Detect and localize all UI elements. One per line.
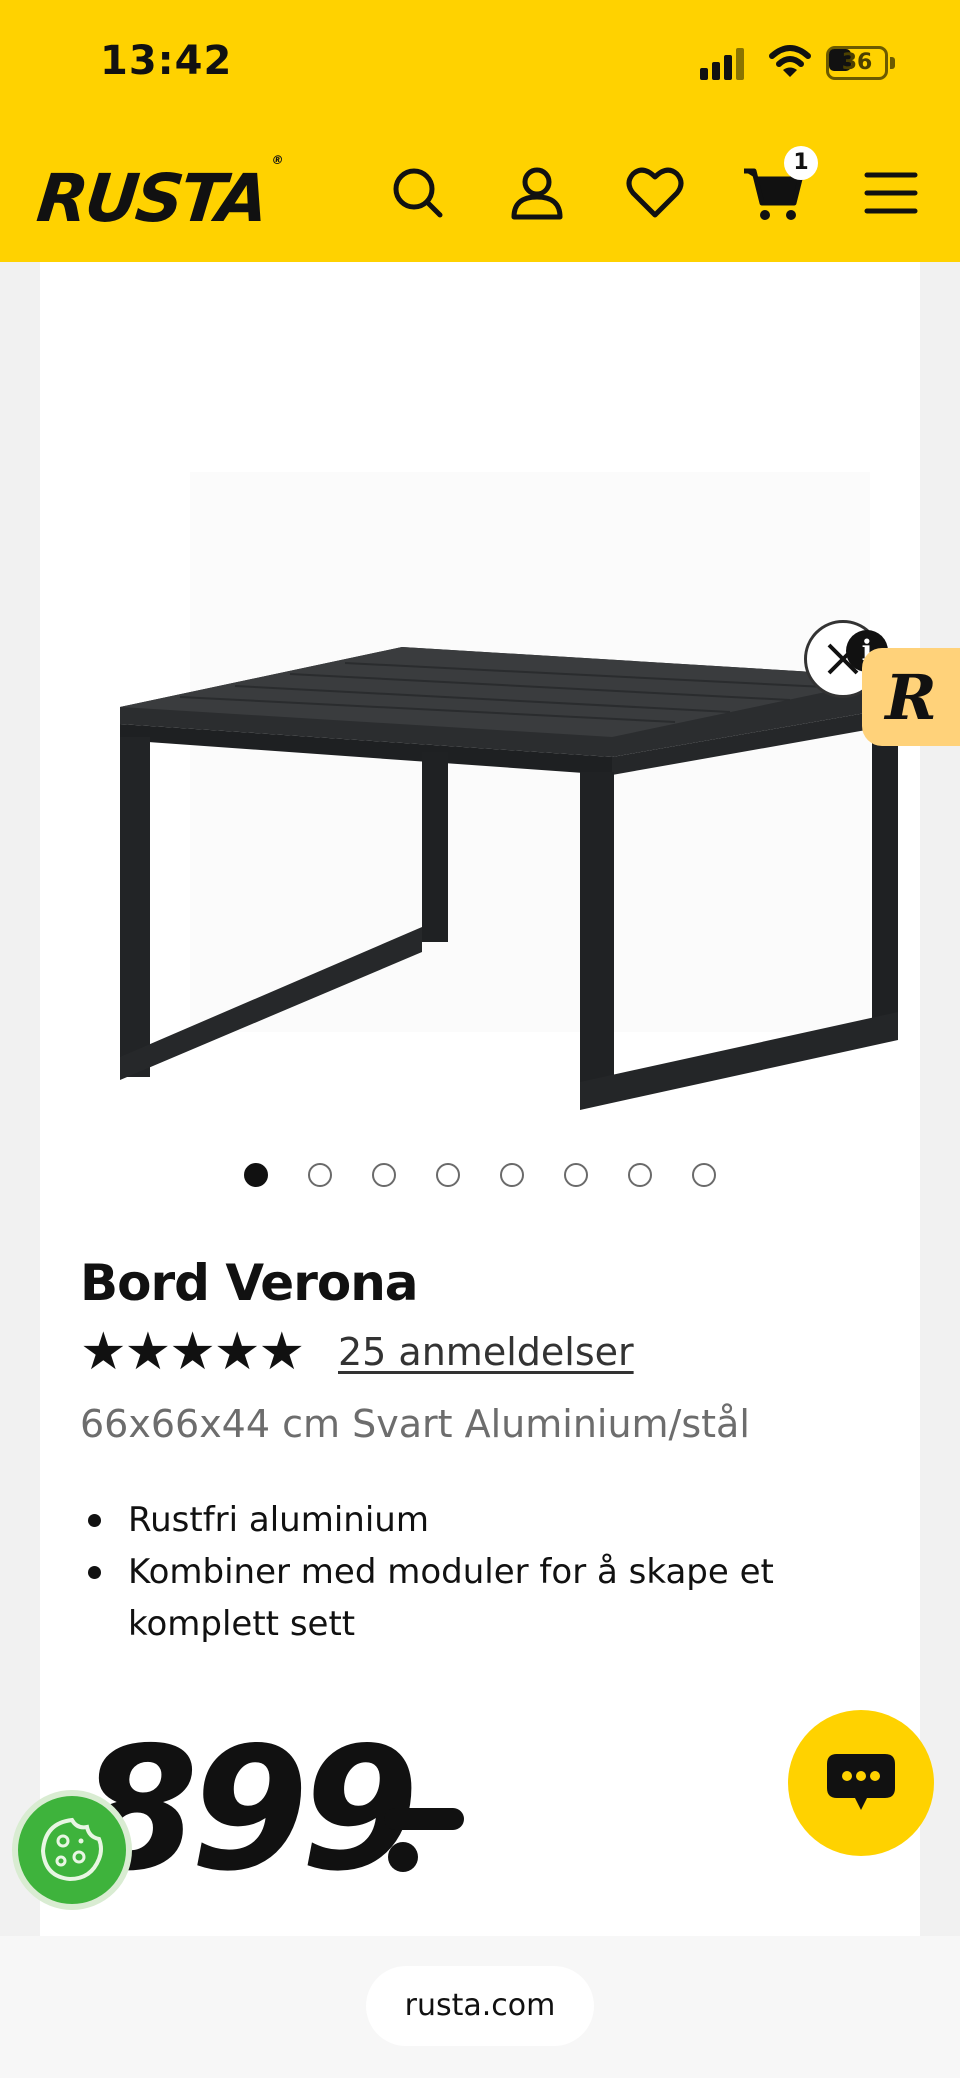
price-dot <box>388 1842 418 1872</box>
top-bar: 13:42 36 RUSTA® 1 <box>0 0 960 262</box>
product-image[interactable] <box>100 352 920 1132</box>
carousel-dot[interactable] <box>564 1163 588 1187</box>
cart-count-badge: 1 <box>784 146 818 180</box>
carousel-dot[interactable] <box>628 1163 652 1187</box>
carousel-dot[interactable] <box>692 1163 716 1187</box>
wishlist-button[interactable] <box>620 158 690 228</box>
status-time: 13:42 <box>100 38 233 84</box>
logo-text: RUSTA <box>33 160 270 237</box>
product-variant-description: 66x66x44 cm Svart Aluminium/stål <box>80 1402 750 1446</box>
list-item: Rustfri aluminium <box>80 1494 840 1546</box>
chat-button[interactable] <box>788 1710 934 1856</box>
logo-registered-mark: ® <box>270 153 285 167</box>
search-button[interactable] <box>383 158 453 228</box>
product-price: 899 <box>80 1711 419 1909</box>
battery-percent: 36 <box>841 50 873 75</box>
account-button[interactable] <box>502 158 572 228</box>
price-dash <box>384 1808 464 1830</box>
menu-icon <box>864 172 918 214</box>
carousel-dot[interactable] <box>500 1163 524 1187</box>
search-icon <box>393 168 443 218</box>
r-widget-tab[interactable]: R <box>862 648 960 746</box>
cellular-signal-icon <box>700 48 750 80</box>
rusta-logo[interactable]: RUSTA® <box>33 153 302 237</box>
product-card: i <box>40 262 920 1936</box>
url-bar[interactable]: rusta.com <box>366 1966 594 2046</box>
account-icon <box>511 167 563 220</box>
list-item: Kombiner med moduler for å skape et komp… <box>80 1546 840 1650</box>
product-features-list: Rustfri aluminium Kombiner med moduler f… <box>80 1494 840 1650</box>
rating-stars: ★★★★★ <box>80 1322 305 1382</box>
product-title: Bord Verona <box>80 1254 419 1312</box>
carousel-dot[interactable] <box>436 1163 460 1187</box>
status-bar: 13:42 36 <box>0 0 960 130</box>
chat-icon <box>827 1754 895 1810</box>
reviews-link[interactable]: 25 anmeldelser <box>338 1330 634 1374</box>
heart-icon <box>626 167 684 218</box>
carousel-dot[interactable] <box>372 1163 396 1187</box>
cookie-icon <box>40 1817 103 1882</box>
site-header: RUSTA® 1 <box>0 130 960 262</box>
cookie-settings-button[interactable] <box>12 1790 132 1910</box>
browser-bottom-bar: rusta.com <box>0 1936 960 2078</box>
carousel-dot[interactable] <box>244 1163 268 1187</box>
carousel-dot[interactable] <box>308 1163 332 1187</box>
battery-icon: 36 <box>826 46 896 80</box>
wifi-icon <box>768 44 812 80</box>
image-carousel-dots <box>0 1160 960 1190</box>
menu-button[interactable] <box>856 158 926 228</box>
